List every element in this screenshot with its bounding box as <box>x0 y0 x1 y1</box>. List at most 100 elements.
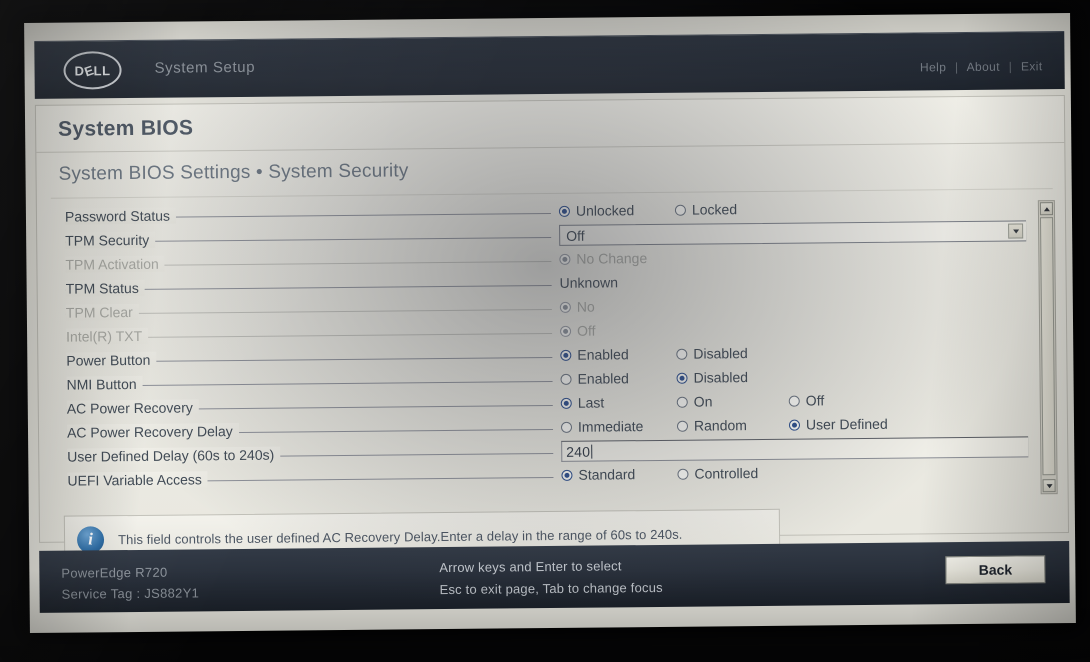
system-info: PowerEdge R720 Service Tag : JS882Y1 <box>61 561 199 604</box>
radio-option[interactable]: Unlocked <box>558 202 635 219</box>
help-link[interactable]: Help <box>920 60 946 74</box>
scrollbar-thumb[interactable] <box>1040 217 1056 476</box>
radio-option[interactable]: Disabled <box>676 369 748 386</box>
radio-unselected-icon <box>676 396 688 408</box>
radio-unselected-icon <box>674 204 686 216</box>
radio-unselected-icon <box>560 373 572 385</box>
radio-selected-icon <box>561 469 573 481</box>
radio-label: User Defined <box>805 415 888 433</box>
radio-option: No Change <box>559 250 647 267</box>
radio-selected-icon <box>788 419 801 431</box>
radio-label: Random <box>693 417 747 434</box>
setting-label: TPM Clear <box>65 303 139 321</box>
radio-label: No Change <box>576 250 648 267</box>
setting-label: User Defined Delay (60s to 240s) <box>67 446 281 465</box>
radio-unselected-icon <box>788 395 800 407</box>
dell-logo-icon: D E LL <box>63 51 122 90</box>
setting-label: Password Status <box>64 207 177 225</box>
text-cursor <box>591 444 593 459</box>
radio-selected-icon <box>560 397 572 409</box>
chevron-up-icon <box>1043 206 1050 211</box>
readonly-value: Unknown <box>559 274 619 291</box>
hint-line-1: Arrow keys and Enter to select <box>439 558 622 576</box>
scroll-up-button[interactable] <box>1039 202 1053 216</box>
chevron-down-icon <box>1012 228 1019 234</box>
radio-label: Last <box>577 394 605 411</box>
help-text: This field controls the user defined AC … <box>117 526 683 547</box>
radio-unselected-icon <box>676 420 689 432</box>
setting-label: Power Button <box>66 351 157 369</box>
radio-label: Standard <box>578 466 636 483</box>
header-bar: D E LL System Setup Help | About | Exit <box>34 31 1065 99</box>
hint-line-2: Esc to exit page, Tab to change focus <box>439 579 663 598</box>
info-icon: i <box>76 525 105 554</box>
header-nav: Help | About | Exit <box>920 59 1043 74</box>
dropdown-toggle-button[interactable] <box>1008 223 1024 239</box>
radio-selected-icon <box>676 372 688 384</box>
radio-label: Unlocked <box>575 202 635 219</box>
page-title: System BIOS <box>58 116 194 141</box>
radio-label: No <box>576 298 595 315</box>
radio-selected-icon <box>560 325 572 337</box>
radio-option[interactable]: Controlled <box>677 465 758 482</box>
radio-option: No <box>559 298 595 315</box>
radio-option[interactable]: Standard <box>561 466 635 483</box>
settings-list: Password Status Unlocked Locked TPM Securit… <box>51 196 1029 505</box>
nav-separator-2: | <box>1008 59 1013 74</box>
about-link[interactable]: About <box>967 60 1000 74</box>
setting-label: TPM Activation <box>65 255 165 273</box>
radio-label: Controlled <box>694 465 759 482</box>
radio-label: Enabled <box>577 370 630 387</box>
title-divider <box>36 142 1065 153</box>
radio-label: Off <box>805 392 825 409</box>
user-defined-delay-input[interactable]: 240 <box>561 436 1029 462</box>
setting-label: NMI Button <box>66 375 143 393</box>
keyboard-hints: Arrow keys and Enter to select Esc to ex… <box>439 555 663 601</box>
setting-label: AC Power Recovery <box>66 399 199 417</box>
exit-link[interactable]: Exit <box>1021 59 1043 73</box>
nav-separator-1: | <box>954 60 959 75</box>
settings-scrollbar[interactable] <box>1037 200 1058 495</box>
radio-option[interactable]: Disabled <box>676 345 748 362</box>
radio-option[interactable]: Enabled <box>560 346 629 363</box>
setting-label: AC Power Recovery Delay <box>66 422 239 441</box>
radio-unselected-icon <box>676 348 688 360</box>
radio-unselected-icon <box>560 421 573 433</box>
radio-option[interactable]: Locked <box>674 201 738 218</box>
radio-label: Immediate <box>577 418 644 435</box>
setting-label: TPM Security <box>65 231 156 249</box>
scroll-down-button[interactable] <box>1042 479 1056 493</box>
setting-label: UEFI Variable Access <box>67 471 208 489</box>
footer-bar: PowerEdge R720 Service Tag : JS882Y1 Arr… <box>39 541 1070 613</box>
bios-screen: D E LL System Setup Help | About | Exit Sy… <box>24 12 1076 634</box>
chevron-down-icon <box>1046 483 1053 488</box>
radio-option[interactable]: Enabled <box>560 370 629 387</box>
back-button[interactable]: Back <box>945 555 1046 585</box>
radio-option[interactable]: Immediate <box>560 418 644 435</box>
radio-selected-icon <box>559 253 571 265</box>
radio-selected-icon <box>558 205 570 217</box>
radio-option[interactable]: Off <box>788 392 825 409</box>
setting-label: TPM Status <box>65 279 145 297</box>
radio-selected-icon <box>559 301 571 313</box>
radio-label: Enabled <box>577 346 629 363</box>
radio-label: Disabled <box>693 345 748 362</box>
radio-label: Disabled <box>693 369 749 386</box>
radio-option[interactable]: On <box>676 393 713 410</box>
radio-unselected-icon <box>677 468 689 480</box>
setting-label: Intel(R) TXT <box>66 327 149 345</box>
tpm-security-dropdown[interactable]: Off <box>559 220 1028 246</box>
service-tag: Service Tag : JS882Y1 <box>61 585 200 602</box>
breadcrumb: System BIOS Settings • System Security <box>58 160 409 185</box>
content-panel: System BIOS System BIOS Settings • Syste… <box>34 95 1070 564</box>
radio-option[interactable]: Last <box>560 394 605 411</box>
radio-label: Off <box>576 322 596 339</box>
dropdown-value: Off <box>566 227 585 244</box>
system-model: PowerEdge R720 <box>61 564 168 581</box>
radio-option[interactable]: Random <box>676 417 747 434</box>
screen-area: D E LL System Setup Help | About | Exit Sy… <box>24 12 1076 634</box>
radio-label: Locked <box>691 201 738 218</box>
setting-control: Standard Controlled <box>561 460 1028 489</box>
radio-option[interactable]: User Defined <box>788 415 888 433</box>
radio-label: On <box>693 393 713 410</box>
